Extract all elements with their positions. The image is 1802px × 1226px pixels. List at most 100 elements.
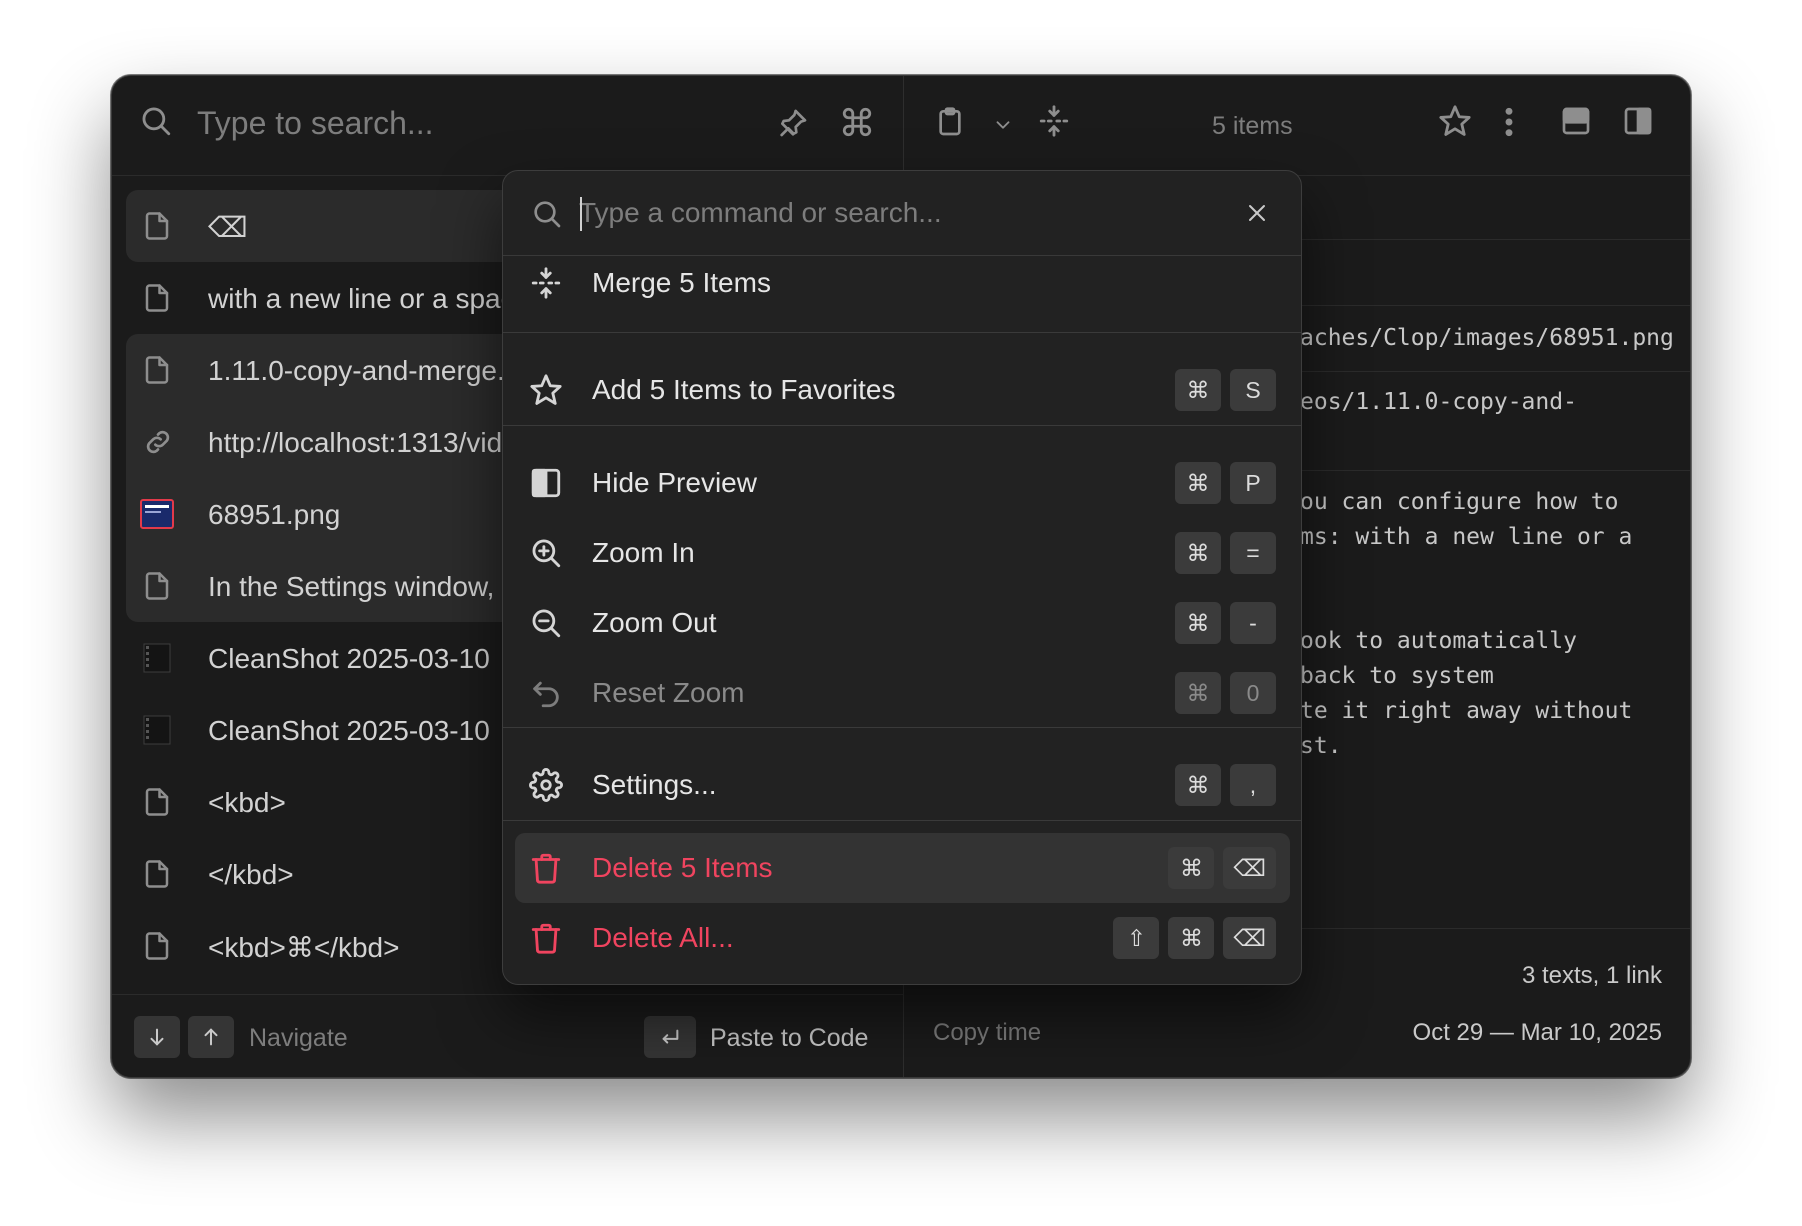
command-delete-items[interactable]: Delete 5 Items ⌘ ⌫ <box>515 833 1290 903</box>
command-label: Hide Preview <box>592 467 757 498</box>
document-icon <box>142 354 172 386</box>
search-input[interactable]: Type to search... <box>197 105 434 142</box>
return-key[interactable] <box>644 1016 696 1058</box>
preview-text-line: st. <box>1300 733 1342 759</box>
command-label: Merge 5 Items <box>592 267 771 298</box>
side-panel-toggle-icon[interactable] <box>1622 105 1654 137</box>
zoom-in-icon <box>529 536 563 570</box>
command-settings[interactable]: Settings... ⌘ , <box>515 750 1290 820</box>
trash-icon <box>529 921 563 955</box>
command-label: Delete All... <box>592 922 734 953</box>
clipboard-icon[interactable] <box>934 105 966 139</box>
shortcut-keys: ⌘ P <box>1175 462 1276 504</box>
shortcut-key: ⇧ <box>1113 917 1160 959</box>
document-icon <box>142 930 172 962</box>
shortcut-key: P <box>1230 462 1276 504</box>
shortcut-keys: ⌘ S <box>1175 369 1276 411</box>
sidebar-icon <box>529 466 563 500</box>
trash-icon <box>529 851 563 885</box>
palette-separator <box>503 727 1301 728</box>
palette-separator <box>503 820 1301 821</box>
shortcut-key: - <box>1230 602 1276 644</box>
list-item-text: 68951.png <box>208 499 341 530</box>
command-delete-all[interactable]: Delete All... ⇧ ⌘ ⌫ <box>515 903 1290 973</box>
command-zoom-out[interactable]: Zoom Out ⌘ - <box>515 588 1290 658</box>
search-icon <box>531 198 563 230</box>
shortcut-keys: ⌘ ⌫ <box>1168 847 1276 889</box>
preview-path: aches/Clop/images/68951.png <box>1300 325 1674 351</box>
document-icon <box>142 858 172 890</box>
palette-search-bar <box>503 171 1301 256</box>
shortcut-keys: ⌘ - <box>1175 602 1276 644</box>
preview-text-line: ms: with a new line or a <box>1300 524 1633 550</box>
close-icon[interactable] <box>1245 201 1269 225</box>
copy-time-value: Oct 29 — Mar 10, 2025 <box>1412 1019 1662 1046</box>
zoom-out-icon <box>529 606 563 640</box>
command-label: Delete 5 Items <box>592 852 773 883</box>
palette-separator <box>503 425 1301 426</box>
shortcut-key: = <box>1230 532 1276 574</box>
undo-icon <box>529 676 563 710</box>
list-item-text: <kbd> <box>208 787 286 818</box>
command-icon[interactable] <box>840 105 874 139</box>
command-add-favorites[interactable]: Add 5 Items to Favorites ⌘ S <box>515 355 1290 425</box>
video-thumbnail-icon <box>142 642 172 674</box>
shortcut-key: ⌘ <box>1168 917 1215 959</box>
chevron-down-icon[interactable] <box>992 114 1014 136</box>
list-item-text: <kbd>⌘</kbd> <box>208 932 400 963</box>
list-item-text: In the Settings window, you <box>208 571 548 602</box>
list-item-text: ⌫ <box>208 212 248 243</box>
preview-text-line: ou can configure how to <box>1300 489 1619 515</box>
text-caret <box>580 197 582 231</box>
command-reset-zoom[interactable]: Reset Zoom ⌘ 0 <box>515 658 1290 728</box>
video-thumbnail-icon <box>142 714 172 746</box>
merge-icon <box>529 266 563 300</box>
command-hide-preview[interactable]: Hide Preview ⌘ P <box>515 448 1290 518</box>
preview-text-line: te it right away without <box>1300 698 1633 724</box>
document-icon <box>142 210 172 242</box>
star-icon <box>529 373 563 407</box>
command-zoom-in[interactable]: Zoom In ⌘ = <box>515 518 1290 588</box>
list-item-text: </kbd> <box>208 859 294 890</box>
list-item-text: CleanShot 2025-03-10 <box>208 715 490 746</box>
pin-icon[interactable] <box>777 107 809 139</box>
arrow-up-key[interactable] <box>188 1016 234 1058</box>
paste-to-code-button[interactable]: Paste to Code <box>710 1024 868 1053</box>
image-thumbnail-icon <box>140 499 174 529</box>
shortcut-key: ⌘ <box>1168 847 1215 889</box>
shortcut-keys: ⇧ ⌘ ⌫ <box>1113 917 1276 959</box>
star-icon[interactable] <box>1438 104 1472 138</box>
shortcut-key: , <box>1230 764 1276 806</box>
command-label: Zoom Out <box>592 607 717 638</box>
preview-path: eos/1.11.0-copy-and- <box>1300 389 1577 415</box>
palette-separator <box>503 332 1301 333</box>
document-icon <box>142 786 172 818</box>
shortcut-key: ⌘ <box>1175 369 1221 411</box>
command-search-input[interactable] <box>579 193 1219 233</box>
shortcut-key: ⌘ <box>1175 672 1221 714</box>
list-item-text: http://localhost:1313/videos <box>208 427 548 458</box>
command-label: Add 5 Items to Favorites <box>592 374 896 405</box>
bottom-panel-toggle-icon[interactable] <box>1560 105 1592 137</box>
shortcut-keys: ⌘ , <box>1175 764 1276 806</box>
arrow-down-key[interactable] <box>134 1016 180 1058</box>
command-label: Reset Zoom <box>592 677 745 708</box>
list-item-text: CleanShot 2025-03-10 <box>208 643 490 674</box>
list-item-text: with a new line or a space <box>208 283 531 314</box>
arrow-up-icon <box>204 1028 218 1046</box>
shortcut-key: 0 <box>1230 672 1276 714</box>
return-icon <box>662 1029 679 1044</box>
command-label: Zoom In <box>592 537 695 568</box>
navigate-label: Navigate <box>249 1024 348 1052</box>
shortcut-key: ⌘ <box>1175 764 1221 806</box>
command-palette: Merge 5 Items Add 5 Items to Favorites ⌘… <box>502 170 1302 985</box>
copy-time-label: Copy time <box>933 1019 1042 1046</box>
command-merge-items[interactable]: Merge 5 Items <box>515 257 1290 317</box>
items-count: 5 items <box>1212 112 1293 140</box>
merge-icon[interactable] <box>1037 104 1071 138</box>
selection-summary: 3 texts, 1 link <box>1521 962 1662 989</box>
more-vertical-icon[interactable] <box>1503 106 1515 138</box>
shortcut-key: ⌘ <box>1175 532 1221 574</box>
shortcut-key: S <box>1230 369 1276 411</box>
search-icon <box>139 104 173 138</box>
